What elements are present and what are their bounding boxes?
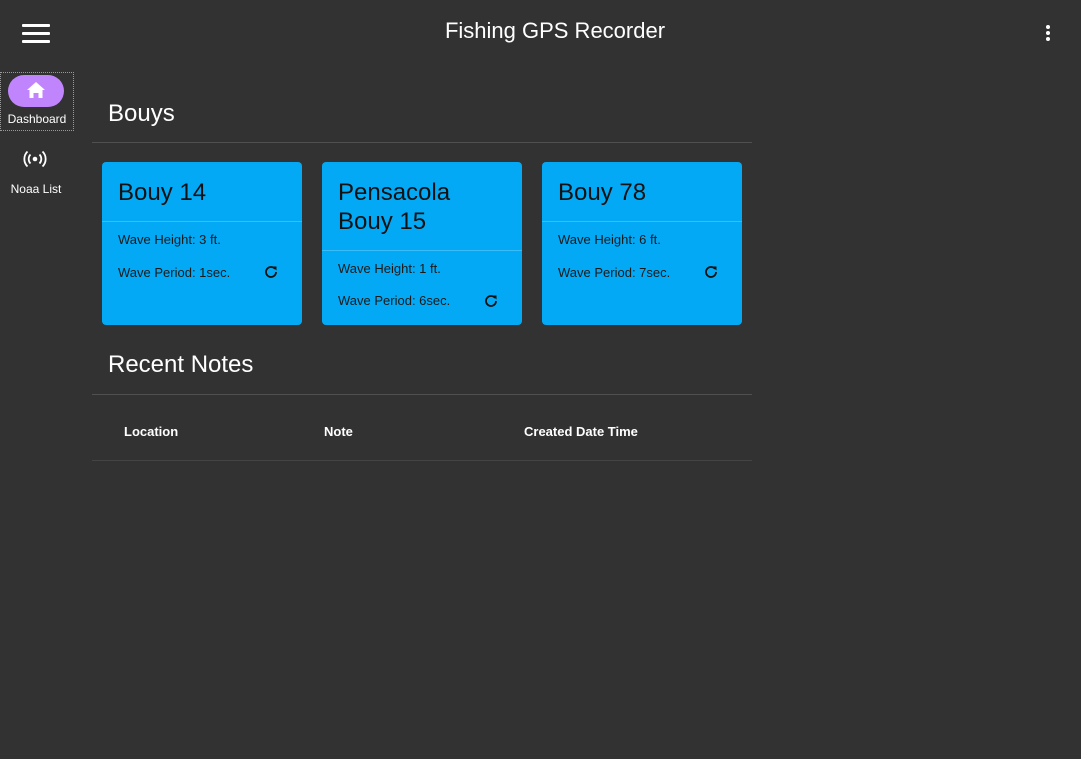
bouy-card-title: Bouy 78 <box>558 179 647 206</box>
app-window: Fishing GPS Recorder Dashboard Noaa List… <box>0 0 1081 759</box>
recent-notes-divider <box>92 394 752 395</box>
bouys-divider <box>92 142 752 143</box>
nav-label-noaa-list: Noaa List <box>10 182 62 196</box>
wave-period-text: Wave Period: 1sec. <box>118 265 231 280</box>
refresh-icon[interactable] <box>482 292 500 310</box>
top-app-bar: Fishing GPS Recorder <box>0 0 1081 64</box>
column-header-location[interactable]: Location <box>124 424 178 439</box>
column-header-note[interactable]: Note <box>324 424 353 439</box>
app-title: Fishing GPS Recorder <box>444 18 666 43</box>
more-vertical-icon[interactable] <box>1036 20 1060 46</box>
refresh-icon[interactable] <box>702 263 720 281</box>
bouy-card: Pensacola Bouy 15 Wave Height: 1 ft. Wav… <box>322 162 522 325</box>
bouy-card: Bouy 14 Wave Height: 3 ft. Wave Period: … <box>102 162 302 325</box>
wave-height-text: Wave Height: 6 ft. <box>558 232 661 247</box>
refresh-icon[interactable] <box>262 263 280 281</box>
bouys-heading: Bouys <box>108 100 175 127</box>
card-divider <box>322 250 522 251</box>
wave-period-text: Wave Period: 7sec. <box>558 265 671 280</box>
broadcast-icon <box>7 145 63 177</box>
card-divider <box>542 221 742 222</box>
wave-height-text: Wave Height: 1 ft. <box>338 261 441 276</box>
recent-notes-heading: Recent Notes <box>108 351 254 378</box>
home-icon <box>8 75 64 107</box>
navigation-rail: Dashboard Noaa List <box>0 72 74 200</box>
table-header-divider <box>92 460 752 461</box>
card-divider <box>102 221 302 222</box>
nav-item-noaa-list[interactable]: Noaa List <box>0 143 72 200</box>
nav-item-dashboard[interactable]: Dashboard <box>0 72 74 131</box>
nav-label-dashboard: Dashboard <box>7 112 67 126</box>
bouy-card-title: Bouy 14 <box>118 179 207 206</box>
wave-period-text: Wave Period: 6sec. <box>338 293 451 308</box>
wave-height-text: Wave Height: 3 ft. <box>118 232 221 247</box>
bouy-card: Bouy 78 Wave Height: 6 ft. Wave Period: … <box>542 162 742 325</box>
column-header-created-date-time[interactable]: Created Date Time <box>524 424 638 439</box>
bouy-card-title: Pensacola Bouy 15 <box>338 179 451 235</box>
